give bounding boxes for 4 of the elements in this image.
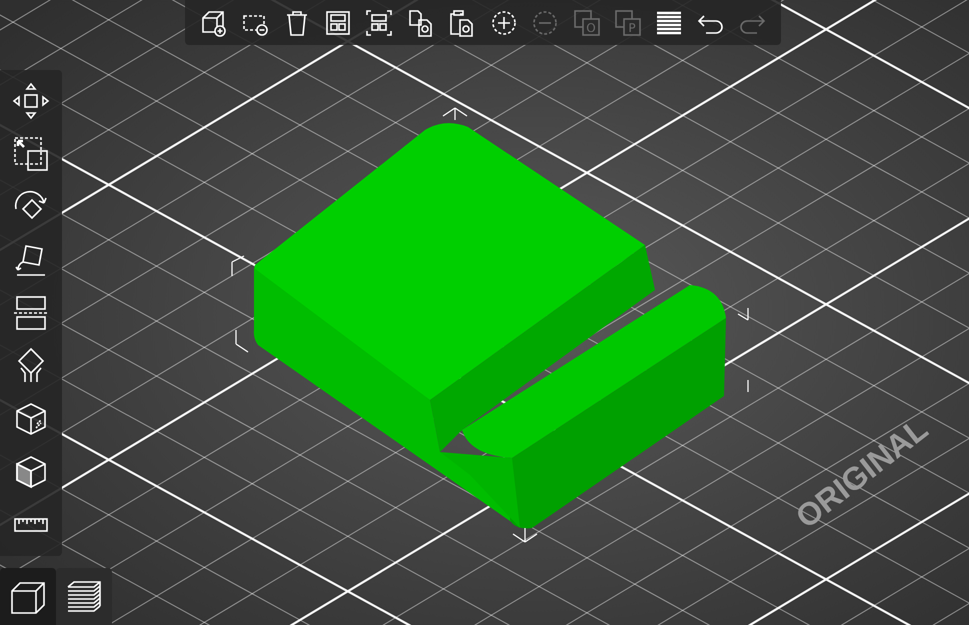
arrange-selection-icon[interactable] [364, 8, 394, 38]
move-arrows-icon[interactable] [11, 80, 51, 121]
cube-view-icon[interactable] [0, 568, 56, 625]
layers-preview-icon[interactable] [56, 568, 112, 625]
